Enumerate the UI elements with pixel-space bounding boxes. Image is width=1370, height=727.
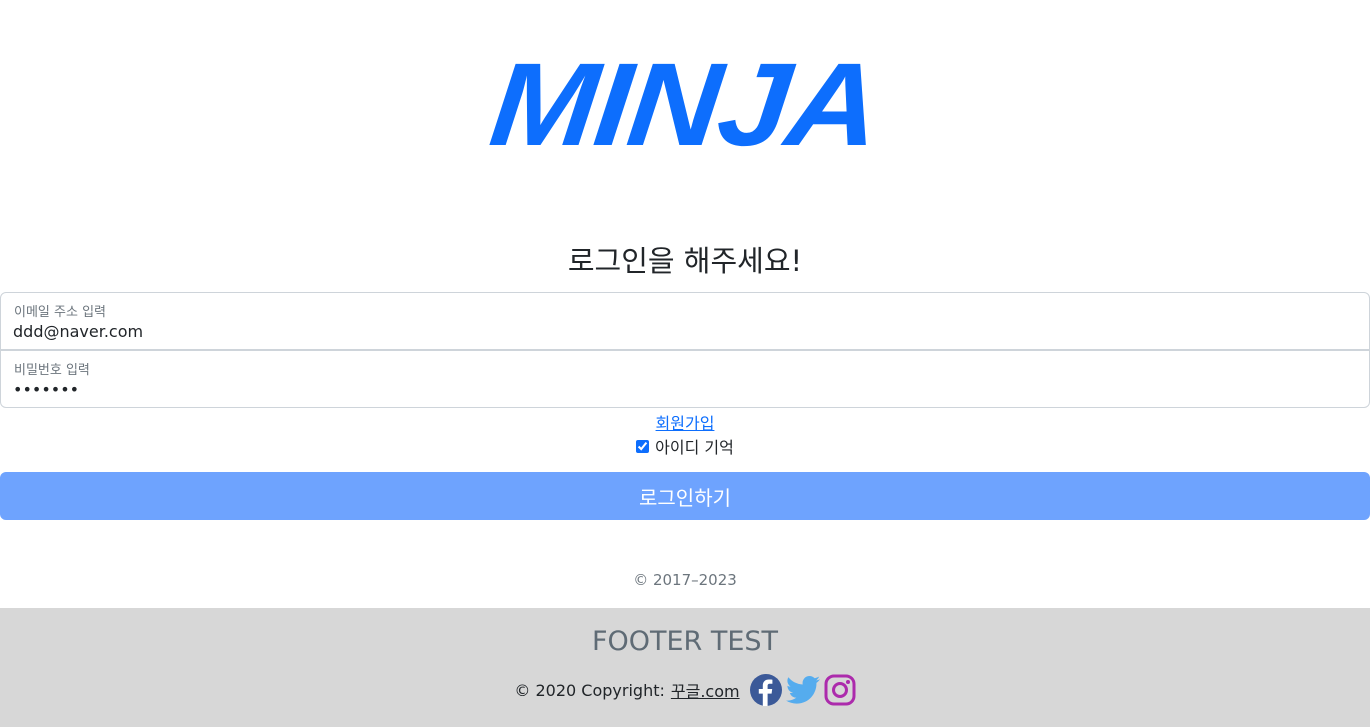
page-title: 로그인을 해주세요! bbox=[567, 244, 803, 278]
password-field-container: 비밀번호 입력 bbox=[0, 350, 1370, 408]
login-page: MINJA 로그인을 해주세요! 이메일 주소 입력 비밀번호 입력 회원가입 … bbox=[0, 0, 1370, 727]
brand-logo: MINJA bbox=[484, 39, 886, 171]
facebook-link[interactable] bbox=[749, 674, 782, 706]
main-copyright: © 2017–2023 bbox=[633, 571, 737, 589]
login-button[interactable]: 로그인하기 bbox=[0, 472, 1370, 520]
instagram-icon bbox=[824, 674, 856, 706]
remember-id-container: 아이디 기억 bbox=[0, 434, 1370, 458]
email-field[interactable] bbox=[13, 320, 1353, 342]
twitter-icon bbox=[785, 675, 820, 704]
signup-link[interactable]: 회원가입 bbox=[656, 414, 715, 433]
footer: FOOTER TEST © 2020 Copyright: 꾸글.com bbox=[0, 608, 1370, 727]
email-field-label: 이메일 주소 입력 bbox=[14, 305, 106, 320]
instagram-link[interactable] bbox=[824, 674, 856, 706]
footer-copyright-text: © 2020 Copyright: bbox=[514, 680, 665, 700]
footer-copyright: © 2020 Copyright: 꾸글.com bbox=[0, 674, 1370, 706]
facebook-icon bbox=[749, 674, 782, 706]
social-links bbox=[746, 674, 856, 706]
remember-id-label[interactable]: 아이디 기억 bbox=[655, 434, 734, 458]
footer-site-link[interactable]: 꾸글.com bbox=[671, 678, 740, 702]
logo-container: MINJA bbox=[0, 39, 1370, 171]
footer-title: FOOTER TEST bbox=[591, 626, 779, 657]
remember-id-checkbox[interactable] bbox=[636, 439, 650, 453]
email-field-container: 이메일 주소 입력 bbox=[0, 292, 1370, 350]
twitter-link[interactable] bbox=[785, 675, 820, 705]
signup-link-container: 회원가입 bbox=[0, 410, 1370, 434]
password-field[interactable] bbox=[13, 378, 1353, 400]
password-field-label: 비밀번호 입력 bbox=[14, 363, 90, 378]
